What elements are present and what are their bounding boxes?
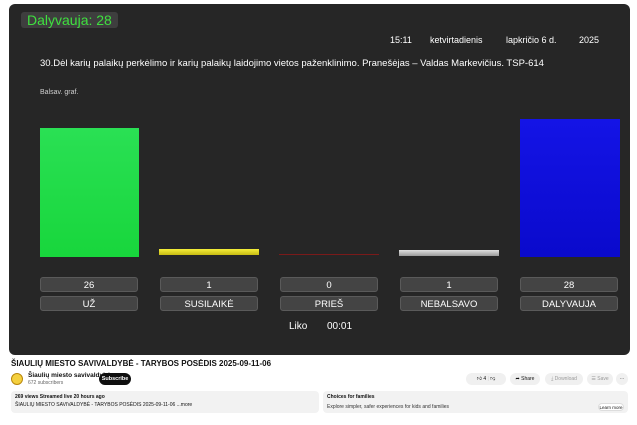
share-button[interactable]: ➦ Share bbox=[510, 373, 540, 385]
families-panel: Choices for families Explore simpler, sa… bbox=[323, 391, 628, 413]
header-date: lapkričio 6 d. bbox=[506, 35, 557, 45]
share-label: Share bbox=[521, 376, 535, 382]
bar-dalyvauja bbox=[520, 119, 620, 257]
families-heading: Choices for families bbox=[327, 394, 375, 400]
save-label: Save bbox=[597, 376, 609, 382]
bar-nebalsavo bbox=[399, 250, 499, 256]
header-time: 15:11 bbox=[390, 35, 412, 45]
count-uz: 26 bbox=[40, 277, 138, 292]
bar-uz bbox=[40, 128, 139, 257]
count-nebalsavo: 1 bbox=[400, 277, 498, 292]
thumbs-up-icon[interactable]: 👍︎ bbox=[477, 376, 482, 382]
label-nebalsavo: NEBALSAVO bbox=[400, 296, 498, 311]
save-icon: ☰ bbox=[591, 376, 596, 382]
header-weekday: ketvirtadienis bbox=[430, 35, 483, 45]
chart-caption: Balsav. graf. bbox=[40, 89, 79, 96]
label-susilaike: SUSILAIKĖ bbox=[160, 296, 258, 311]
timer-label: Liko bbox=[289, 321, 308, 332]
channel-avatar[interactable] bbox=[11, 373, 23, 385]
download-button[interactable]: ⤓ Download bbox=[545, 373, 583, 385]
like-dislike-button[interactable]: 👍︎ 4 | 👎︎ bbox=[466, 373, 506, 385]
download-icon: ⤓ bbox=[551, 376, 554, 382]
label-dalyvauja: DALYVAUJA bbox=[520, 296, 618, 311]
like-count: 4 bbox=[483, 376, 487, 382]
download-label: Download bbox=[554, 376, 577, 382]
save-button[interactable]: ☰ Save bbox=[587, 373, 613, 385]
participating-badge: Dalyvauja: 28 bbox=[21, 12, 118, 28]
subscribe-button[interactable]: Subscribe bbox=[99, 373, 131, 385]
count-susilaike: 1 bbox=[160, 277, 258, 292]
video-player[interactable]: Dalyvauja: 28 15:11 ketvirtadienis lapkr… bbox=[9, 4, 630, 355]
description-box[interactable]: 269 views Streamed live 20 hours ago ŠIA… bbox=[11, 391, 319, 413]
description-text[interactable]: ŠIAULIŲ MIESTO SAVIVALDYBĖ - TARYBOS POS… bbox=[15, 402, 192, 408]
count-pries: 0 bbox=[280, 277, 378, 292]
video-title: ŠIAULIŲ MIESTO SAVIVALDYBĖ - TARYBOS POS… bbox=[11, 359, 272, 368]
learn-more-button[interactable]: Learn more bbox=[598, 403, 624, 411]
count-dalyvauja: 28 bbox=[520, 277, 618, 292]
more-icon: ⋯ bbox=[619, 376, 625, 382]
label-pries: PRIEŠ bbox=[280, 296, 378, 311]
agenda-item-title: 30.Dėl karių palaikų perkėlimo ir karių … bbox=[40, 58, 544, 69]
subscriber-count: 672 subscribers bbox=[28, 380, 64, 386]
header-year: 2025 bbox=[579, 35, 600, 45]
label-uz: UŽ bbox=[40, 296, 138, 311]
share-icon: ➦ bbox=[515, 376, 520, 382]
families-text: Explore simpler, safer experiences for k… bbox=[327, 404, 449, 410]
bar-pries bbox=[279, 254, 379, 255]
more-button[interactable]: ⋯ bbox=[616, 373, 628, 385]
timer-value: 00:01 bbox=[327, 321, 353, 332]
thumbs-down-icon[interactable]: 👎︎ bbox=[490, 376, 495, 382]
description-stats: 269 views Streamed live 20 hours ago bbox=[15, 394, 105, 400]
bar-susilaike bbox=[159, 249, 259, 255]
